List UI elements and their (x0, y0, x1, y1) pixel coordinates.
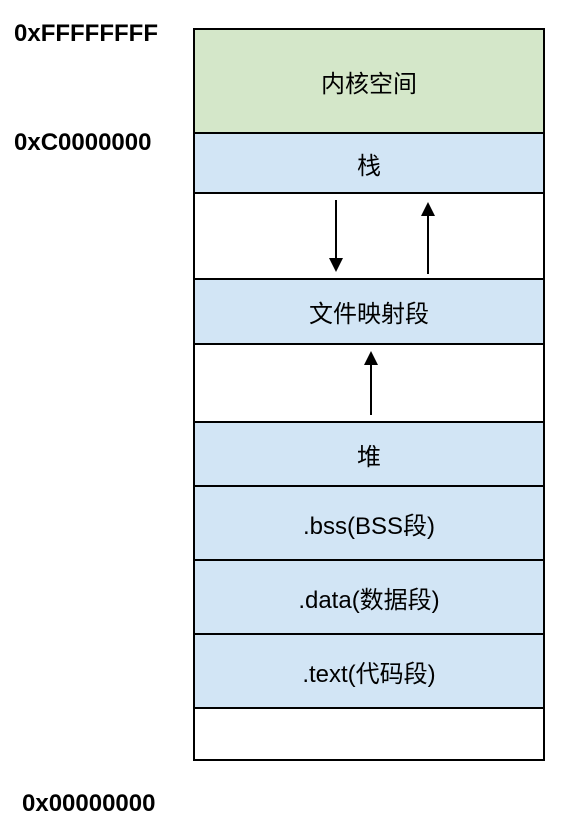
region-kernel-label: 内核空间 (321, 64, 417, 99)
addr-top: 0xFFFFFFFF (14, 20, 158, 48)
gap-stack-mmap (195, 194, 543, 280)
memory-layout-diagram: 0xFFFFFFFF 0xC0000000 0x00000000 内核空间 栈 … (0, 0, 585, 836)
region-text-label: .text(代码段) (302, 654, 435, 689)
arrow-stack-down-icon (335, 200, 337, 270)
region-bss: .bss(BSS段) (195, 487, 543, 561)
region-kernel: 内核空间 (195, 30, 543, 134)
region-mmap: 文件映射段 (195, 280, 543, 345)
region-data: .data(数据段) (195, 561, 543, 635)
region-data-label: .data(数据段) (298, 580, 439, 615)
region-mmap-label: 文件映射段 (309, 294, 429, 329)
region-heap-label: 堆 (357, 437, 381, 472)
arrow-heap-up-icon (370, 353, 372, 415)
region-reserved-bottom (195, 709, 543, 761)
arrow-mmap-up-icon (427, 204, 429, 274)
addr-kernel-boundary: 0xC0000000 (14, 129, 151, 157)
addr-bottom: 0x00000000 (22, 790, 155, 818)
region-text: .text(代码段) (195, 635, 543, 709)
gap-mmap-heap (195, 345, 543, 423)
region-bss-label: .bss(BSS段) (303, 506, 435, 541)
memory-stack: 内核空间 栈 文件映射段 堆 .bss(BSS段) (193, 28, 545, 761)
region-stack-label: 栈 (357, 146, 381, 181)
region-heap: 堆 (195, 423, 543, 487)
region-stack: 栈 (195, 134, 543, 194)
